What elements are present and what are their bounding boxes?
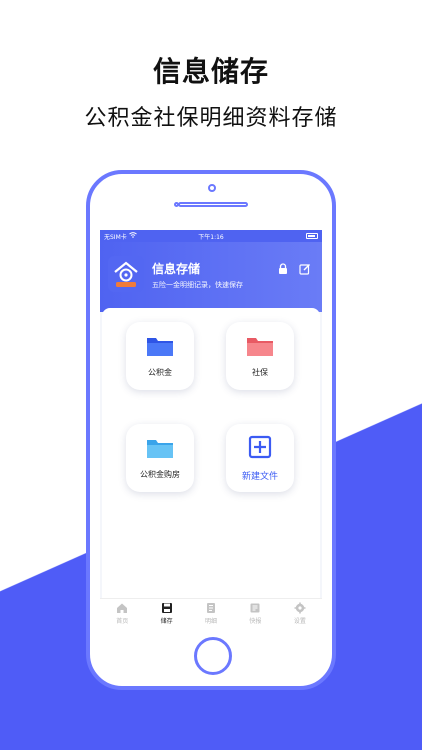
- speaker-icon: [178, 202, 248, 207]
- tab-storage[interactable]: 储存: [144, 599, 188, 626]
- app-title: 信息存储: [152, 262, 201, 276]
- tile-label: 新建文件: [241, 471, 278, 482]
- home-icon: [116, 602, 128, 614]
- gear-icon: [294, 602, 306, 614]
- tab-news[interactable]: 快报: [233, 599, 277, 626]
- app-header: 信息存储 五险一金明细记录，快速保存: [100, 242, 322, 312]
- folder-lightblue-icon: [146, 437, 174, 463]
- content-card: 公积金 社保 公积金购房 新建文件: [102, 308, 320, 598]
- tab-home[interactable]: 首页: [100, 599, 144, 626]
- folder-pink-icon: [246, 335, 274, 361]
- tile-social-security[interactable]: 社保: [226, 322, 294, 394]
- promo-subtitle: 公积金社保明细资料存储: [84, 106, 338, 131]
- phone-screen: 无SIM卡 下午1:16 信息存储 五险一金明细记录，快速保存 公积金 社保 公…: [100, 230, 322, 626]
- tab-label: 快报: [249, 617, 262, 625]
- tab-label: 首页: [116, 617, 129, 625]
- app-logo: [108, 256, 144, 292]
- tab-label: 设置: [293, 617, 306, 625]
- app-tagline: 五险一金明细记录，快速保存: [152, 281, 243, 289]
- tab-label: 储存: [160, 617, 173, 625]
- lock-icon[interactable]: [276, 262, 290, 276]
- new-file-button[interactable]: 新建文件: [226, 424, 294, 496]
- tile-label: 公积金购房: [140, 469, 180, 479]
- tile-label: 社保: [252, 367, 268, 377]
- tile-housing-purchase[interactable]: 公积金购房: [126, 424, 194, 496]
- home-button[interactable]: [194, 637, 232, 675]
- tab-label: 明细: [205, 617, 218, 625]
- battery-icon: [306, 233, 318, 239]
- tile-label: 公积金: [148, 367, 172, 377]
- tab-settings[interactable]: 设置: [278, 599, 322, 626]
- document-icon: [249, 602, 261, 614]
- status-bar: 无SIM卡 下午1:16: [100, 230, 322, 242]
- save-icon: [161, 602, 173, 614]
- plus-square-icon: [248, 435, 272, 463]
- promo-title: 信息储存: [152, 55, 269, 88]
- tile-housing-fund[interactable]: 公积金: [126, 322, 194, 394]
- tab-details[interactable]: 明细: [189, 599, 233, 626]
- edit-icon[interactable]: [298, 262, 312, 276]
- folder-blue-icon: [146, 335, 174, 361]
- status-time: 下午1:16: [198, 233, 224, 241]
- camera-icon: [208, 184, 216, 192]
- tab-bar: 首页 储存 明细 快报 设置: [100, 598, 322, 626]
- notebook-icon: [205, 602, 217, 614]
